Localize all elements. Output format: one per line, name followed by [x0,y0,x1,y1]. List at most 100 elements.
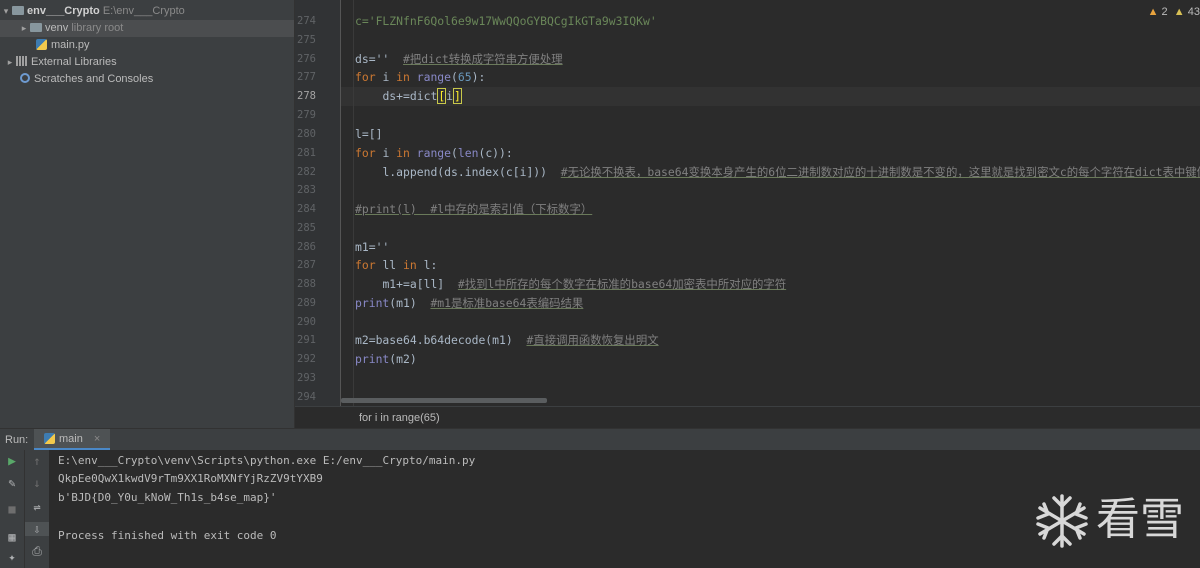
horizontal-scrollbar[interactable] [341,398,547,403]
tree-item-suffix: library root [71,22,124,34]
code-comment: #把dict转换成字符串方便处理 [403,52,563,66]
code-text: (m1) [389,296,417,310]
code-line-276[interactable]: ds='' #把dict转换成字符串方便处理 [355,50,563,69]
code-text: ll [382,258,397,272]
line-number: 280 [297,128,316,140]
code-line-287[interactable]: for ll in l: [355,256,437,275]
code-line-289[interactable]: print(m1) #m1是标准base64表编码结果 [355,294,583,313]
code-text: (c)): [478,146,513,160]
line-number: 282 [297,166,316,178]
arrow-up-icon[interactable]: ↑ [25,454,49,468]
line-number: 276 [297,53,316,65]
line-number: 294 [297,391,316,403]
project-root-name: env___Crypto [27,5,100,17]
python-icon [44,432,55,444]
code-comment: #print(l) #l中存的是索引值（下标数字） [355,202,593,216]
code-line-281[interactable]: for i in range(len(c)): [355,144,513,163]
code-text: i [382,146,390,160]
folder-icon [30,22,42,32]
code-line-277[interactable]: for i in range(65): [355,68,485,87]
weak-warning-count: 43 [1187,6,1200,18]
code-text: m1='' [355,240,390,254]
code-line-278[interactable]: ds+=dict[i] [355,87,462,106]
tab-main[interactable]: main × [34,429,111,451]
tree-item-scratches[interactable]: Scratches and Consoles [0,71,153,88]
code-line-291[interactable]: m2=base64.b64decode(m1) #直接调用函数恢复出明文 [355,331,659,350]
code-line-280[interactable]: l=[] [355,125,382,144]
chevron-right-icon[interactable]: ▸ [4,54,16,71]
console-line: E:\env___Crypto\venv\Scripts\python.exe … [58,454,476,467]
inspection-widget[interactable]: ▲ 2 ▲ 43 [1148,6,1200,18]
python-file-icon [36,38,47,50]
project-root-path: E:\env___Crypto [102,5,185,17]
layout-icon[interactable]: ▦ [0,530,24,544]
line-number: 277 [297,71,316,83]
code-line-284[interactable]: #print(l) #l中存的是索引值（下标数字） [355,200,592,219]
console-actions-bar: ↑ ↓ ⇌ ⇩ ⎙ [24,450,49,568]
line-number-gutter: 273 274 275 276 277 278 279 280 281 282 … [295,0,341,406]
code-keyword: for [355,146,376,160]
code-text: l.append(ds.index(c[i])) [382,165,548,179]
line-number: 293 [297,372,316,384]
run-label: Run: [5,434,29,446]
warning-count: 2 [1161,6,1168,18]
print-icon[interactable]: ⎙ [25,544,49,559]
project-panel: ▾ env___Crypto E:\env___Crypto ▸ venv libr… [0,0,295,428]
line-number: 291 [297,334,316,346]
code-text: ds+=dict [382,89,438,103]
breadcrumb-item[interactable]: for i in range(65) [359,412,440,424]
tree-item-external-libraries[interactable]: ▸ External Libraries [0,54,117,71]
code-line-288[interactable]: m1+=a[ll] #找到l中所存的每个数字在标准的base64加密表中所对应的… [355,275,786,294]
line-number: 273 [297,0,316,7]
code-keyword: for [355,258,376,272]
code-editor[interactable]: c='FLZNfnF6Qol6e9w17WwQQoGYBQCgIkGTa9w3I… [341,0,1200,406]
pin-icon[interactable]: ✦ [0,550,24,564]
line-number: 292 [297,353,316,365]
weak-warning-icon: ▲ [1173,6,1185,18]
project-root[interactable]: ▾ env___Crypto E:\env___Crypto [0,3,185,20]
chevron-down-icon[interactable]: ▾ [0,3,12,20]
code-builtin: len [457,146,479,160]
code-line-282[interactable]: l.append(ds.index(c[i])) #无论换不换表，base64变… [355,163,1200,182]
chevron-right-icon[interactable]: ▸ [18,20,30,37]
console-line: b'BJD{D0_Y0u_kNoW_Th1s_b4se_map}' [58,491,277,504]
code-line-286[interactable]: m1='' [355,238,389,257]
breadcrumb[interactable]: for i in range(65) [295,406,1200,429]
scratches-icon [20,73,30,84]
left-guide [353,0,354,406]
code-line-274[interactable]: c='FLZNfnF6Qol6e9w17WwQQoGYBQCgIkGTa9w3I… [355,12,657,31]
code-builtin: range [416,146,452,160]
stop-icon[interactable]: ■ [0,502,24,516]
library-icon [16,56,28,67]
rerun-icon[interactable]: ▶ [0,454,24,469]
run-actions-bar: ▶ ✎ ■ ▦ ✦ [0,450,24,568]
tree-item-label: Scratches and Consoles [34,73,154,85]
close-icon[interactable]: × [94,433,100,445]
line-number: 287 [297,259,316,271]
line-number: 289 [297,297,316,309]
code-builtin: print [355,296,390,310]
console-line: Process finished with exit code 0 [58,529,277,542]
current-line-highlight [341,87,1200,106]
soft-wrap-icon[interactable]: ⇌ [25,500,49,514]
code-builtin: range [416,70,452,84]
tree-item-main-py[interactable]: main.py [0,37,90,54]
line-number: 274 [297,15,316,27]
code-text: l: [423,258,438,272]
console-output[interactable]: E:\env___Crypto\venv\Scripts\python.exe … [49,450,1200,568]
code-line-292[interactable]: print(m2) [355,350,417,369]
scroll-to-end-icon[interactable]: ⇩ [25,522,49,536]
run-toolbar: Run: main × [0,428,1200,451]
code-text: i [446,89,454,103]
code-text: l=[] [355,127,383,141]
watermark-text: 看雪 [1096,495,1184,544]
code-comment: #m1是标准base64表编码结果 [430,296,584,310]
tree-item-label: venv [45,22,69,34]
code-keyword: in [396,146,410,160]
snowflake-icon [1036,494,1088,548]
tree-item-venv[interactable]: ▸ venv library root [0,20,294,37]
arrow-down-icon[interactable]: ↓ [25,476,49,490]
code-text: i [382,70,390,84]
wrench-icon[interactable]: ✎ [0,476,24,490]
line-number: 279 [297,109,316,121]
